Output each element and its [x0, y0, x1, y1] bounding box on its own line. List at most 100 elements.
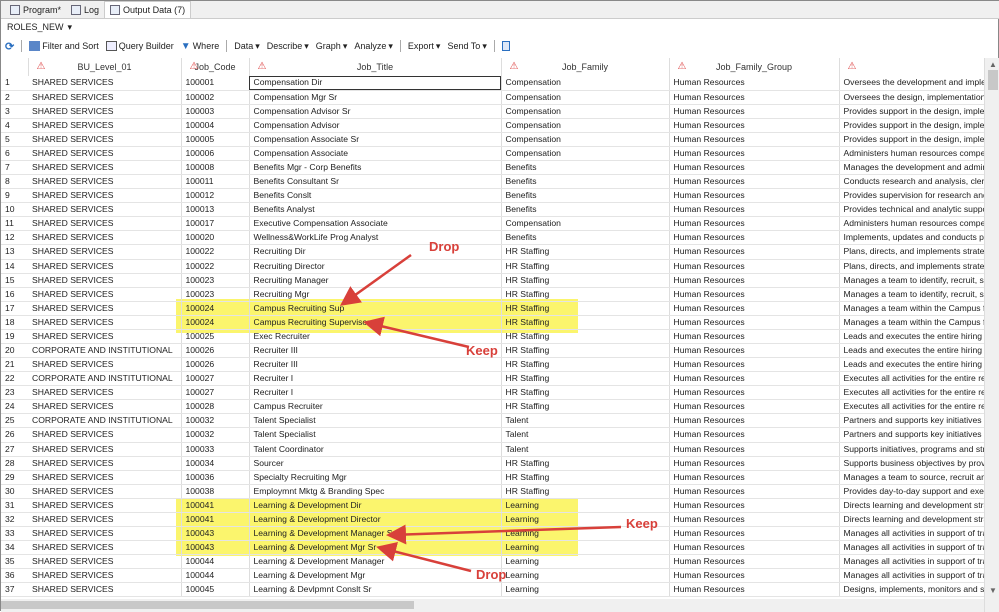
cell-job-family[interactable]: HR Staffing: [501, 343, 670, 359]
cell-job-family[interactable]: Compensation: [501, 216, 670, 232]
graph-menu[interactable]: Graph ▾: [316, 41, 348, 52]
cell-job-code[interactable]: 100023: [181, 287, 250, 302]
cell-job-title[interactable]: Sourcer: [249, 456, 502, 471]
table-row[interactable]: 29 SHARED SERVICES 100036 Specialty Recruit…: [1, 470, 984, 485]
vertical-scrollbar[interactable]: ▲ ▼: [984, 58, 999, 612]
cell-bu-level[interactable]: SHARED SERVICES: [28, 273, 182, 288]
cell-job-title[interactable]: Talent Coordinator: [249, 442, 502, 457]
table-row[interactable]: 19 SHARED SERVICES 100025 Exec Recruiter HR …: [1, 329, 984, 344]
cell-description[interactable]: Provides support in the design, implemer: [839, 118, 984, 133]
cell-description[interactable]: Provides support in the design, implemer: [839, 132, 984, 147]
cell-job-family[interactable]: HR Staffing: [501, 470, 670, 485]
horizontal-scroll-thumb[interactable]: [1, 601, 414, 609]
cell-job-code[interactable]: 100028: [181, 399, 250, 415]
cell-description[interactable]: Manages a team within the Campus funct: [839, 315, 984, 330]
cell-job-family-group[interactable]: Human Resources: [669, 357, 840, 373]
cell-job-code[interactable]: 100038: [181, 484, 250, 499]
cell-job-family[interactable]: Compensation: [501, 132, 670, 147]
cell-bu-level[interactable]: SHARED SERVICES: [28, 174, 182, 190]
cell-job-family[interactable]: HR Staffing: [501, 287, 670, 302]
table-row[interactable]: 30 SHARED SERVICES 100038 Employmnt Mktg & …: [1, 484, 984, 499]
cell-bu-level[interactable]: SHARED SERVICES: [28, 76, 182, 91]
table-row[interactable]: 3 SHARED SERVICES 100003 Compensation Advis…: [1, 104, 984, 119]
cell-bu-level[interactable]: SHARED SERVICES: [28, 540, 182, 556]
cell-bu-level[interactable]: CORPORATE AND INSTITUTIONAL: [28, 371, 182, 387]
cell-job-family-group[interactable]: Human Resources: [669, 456, 840, 471]
cell-bu-level[interactable]: CORPORATE AND INSTITUTIONAL: [28, 413, 182, 429]
cell-job-family[interactable]: Learning: [501, 568, 670, 584]
cell-description[interactable]: Manages a team within the Campus funct: [839, 301, 984, 316]
cell-bu-level[interactable]: SHARED SERVICES: [28, 554, 182, 570]
cell-bu-level[interactable]: SHARED SERVICES: [28, 104, 182, 119]
cell-description[interactable]: Directs learning and development strateg: [839, 498, 984, 513]
cell-job-title[interactable]: Exec Recruiter: [249, 329, 502, 344]
cell-job-code[interactable]: 100022: [181, 244, 250, 260]
table-row[interactable]: 8 SHARED SERVICES 100011 Benefits Consultan…: [1, 174, 984, 190]
cell-bu-level[interactable]: SHARED SERVICES: [28, 315, 182, 330]
cell-job-title[interactable]: Benefits Analyst: [249, 202, 502, 218]
cell-job-code[interactable]: 100024: [181, 301, 250, 316]
cell-bu-level[interactable]: SHARED SERVICES: [28, 456, 182, 471]
table-row[interactable]: 2 SHARED SERVICES 100002 Compensation Mgr S…: [1, 90, 984, 105]
cell-bu-level[interactable]: SHARED SERVICES: [28, 498, 182, 513]
cell-job-code[interactable]: 100004: [181, 118, 250, 133]
properties-button[interactable]: [501, 41, 510, 51]
cell-job-title[interactable]: Learning & Devlpmnt Conslt Sr: [249, 582, 502, 598]
cell-job-title[interactable]: Learning & Development Manager: [249, 554, 502, 570]
cell-job-code[interactable]: 100027: [181, 385, 250, 401]
table-row[interactable]: 11 SHARED SERVICES 100017 Executive Compens…: [1, 216, 984, 232]
cell-job-family-group[interactable]: Human Resources: [669, 470, 840, 485]
cell-job-code[interactable]: 100025: [181, 329, 250, 344]
cell-description[interactable]: Manages a team to source, recruit and id: [839, 470, 984, 485]
cell-bu-level[interactable]: SHARED SERVICES: [28, 118, 182, 133]
cell-job-family-group[interactable]: Human Resources: [669, 188, 840, 204]
cell-job-family-group[interactable]: Human Resources: [669, 315, 840, 330]
table-row[interactable]: 28 SHARED SERVICES 100034 Sourcer HR Staffin…: [1, 456, 984, 471]
where-button[interactable]: ▼ Where: [181, 41, 219, 52]
cell-job-title[interactable]: Compensation Associate: [249, 146, 502, 161]
cell-job-family[interactable]: HR Staffing: [501, 371, 670, 387]
table-row[interactable]: 17 SHARED SERVICES 100024 Campus Recruiting…: [1, 301, 984, 316]
cell-job-family-group[interactable]: Human Resources: [669, 554, 840, 570]
cell-job-code[interactable]: 100017: [181, 216, 250, 232]
cell-job-code[interactable]: 100027: [181, 371, 250, 387]
table-row[interactable]: 10 SHARED SERVICES 100013 Benefits Analyst B…: [1, 202, 984, 218]
cell-description[interactable]: Designs, implements, monitors and supp: [839, 582, 984, 598]
cell-job-family-group[interactable]: Human Resources: [669, 216, 840, 232]
cell-description[interactable]: Provides supervision for research and ar: [839, 188, 984, 204]
cell-job-family[interactable]: HR Staffing: [501, 301, 670, 316]
cell-description[interactable]: Manages all activities in support of tra…: [839, 526, 984, 542]
column-header-job-family[interactable]: ⚠ Job_Family: [501, 58, 670, 76]
cell-job-family[interactable]: Talent: [501, 413, 670, 429]
cell-job-title[interactable]: Employmnt Mktg & Branding Spec: [249, 484, 502, 499]
cell-description[interactable]: Provides support in the design, implemer: [839, 104, 984, 119]
cell-job-family[interactable]: Learning: [501, 582, 670, 598]
cell-job-family-group[interactable]: Human Resources: [669, 427, 840, 443]
cell-job-code[interactable]: 100045: [181, 582, 250, 598]
describe-menu[interactable]: Describe ▾: [267, 41, 309, 52]
cell-bu-level[interactable]: SHARED SERVICES: [28, 188, 182, 204]
cell-job-family[interactable]: Compensation: [501, 118, 670, 133]
tab-output-data[interactable]: Output Data (7): [104, 1, 192, 18]
horizontal-scrollbar[interactable]: [1, 599, 984, 612]
table-row[interactable]: 16 SHARED SERVICES 100023 Recruiting Mgr HR …: [1, 287, 984, 302]
cell-bu-level[interactable]: SHARED SERVICES: [28, 132, 182, 147]
cell-job-family[interactable]: Benefits: [501, 188, 670, 204]
cell-job-code[interactable]: 100022: [181, 259, 250, 274]
cell-description[interactable]: Partners and supports key initiatives th…: [839, 427, 984, 443]
table-row[interactable]: 12 SHARED SERVICES 100020 Wellness&WorkLife…: [1, 230, 984, 246]
cell-bu-level[interactable]: SHARED SERVICES: [28, 568, 182, 584]
cell-description[interactable]: Executes all activities for the entire r…: [839, 399, 984, 415]
cell-job-code[interactable]: 100044: [181, 568, 250, 584]
export-menu[interactable]: Export ▾: [408, 41, 441, 52]
cell-job-family[interactable]: HR Staffing: [501, 329, 670, 344]
cell-bu-level[interactable]: SHARED SERVICES: [28, 244, 182, 260]
cell-job-family-group[interactable]: Human Resources: [669, 512, 840, 528]
cell-job-title[interactable]: Recruiting Manager: [249, 273, 502, 288]
cell-bu-level[interactable]: SHARED SERVICES: [28, 442, 182, 457]
cell-description[interactable]: Plans, directs, and implements strategic: [839, 259, 984, 274]
cell-job-title[interactable]: Campus Recruiter: [249, 399, 502, 415]
vertical-scroll-thumb[interactable]: [988, 70, 998, 90]
table-row[interactable]: 25 CORPORATE AND INSTITUTIONAL 100032 Talen…: [1, 413, 984, 429]
cell-job-code[interactable]: 100032: [181, 413, 250, 429]
